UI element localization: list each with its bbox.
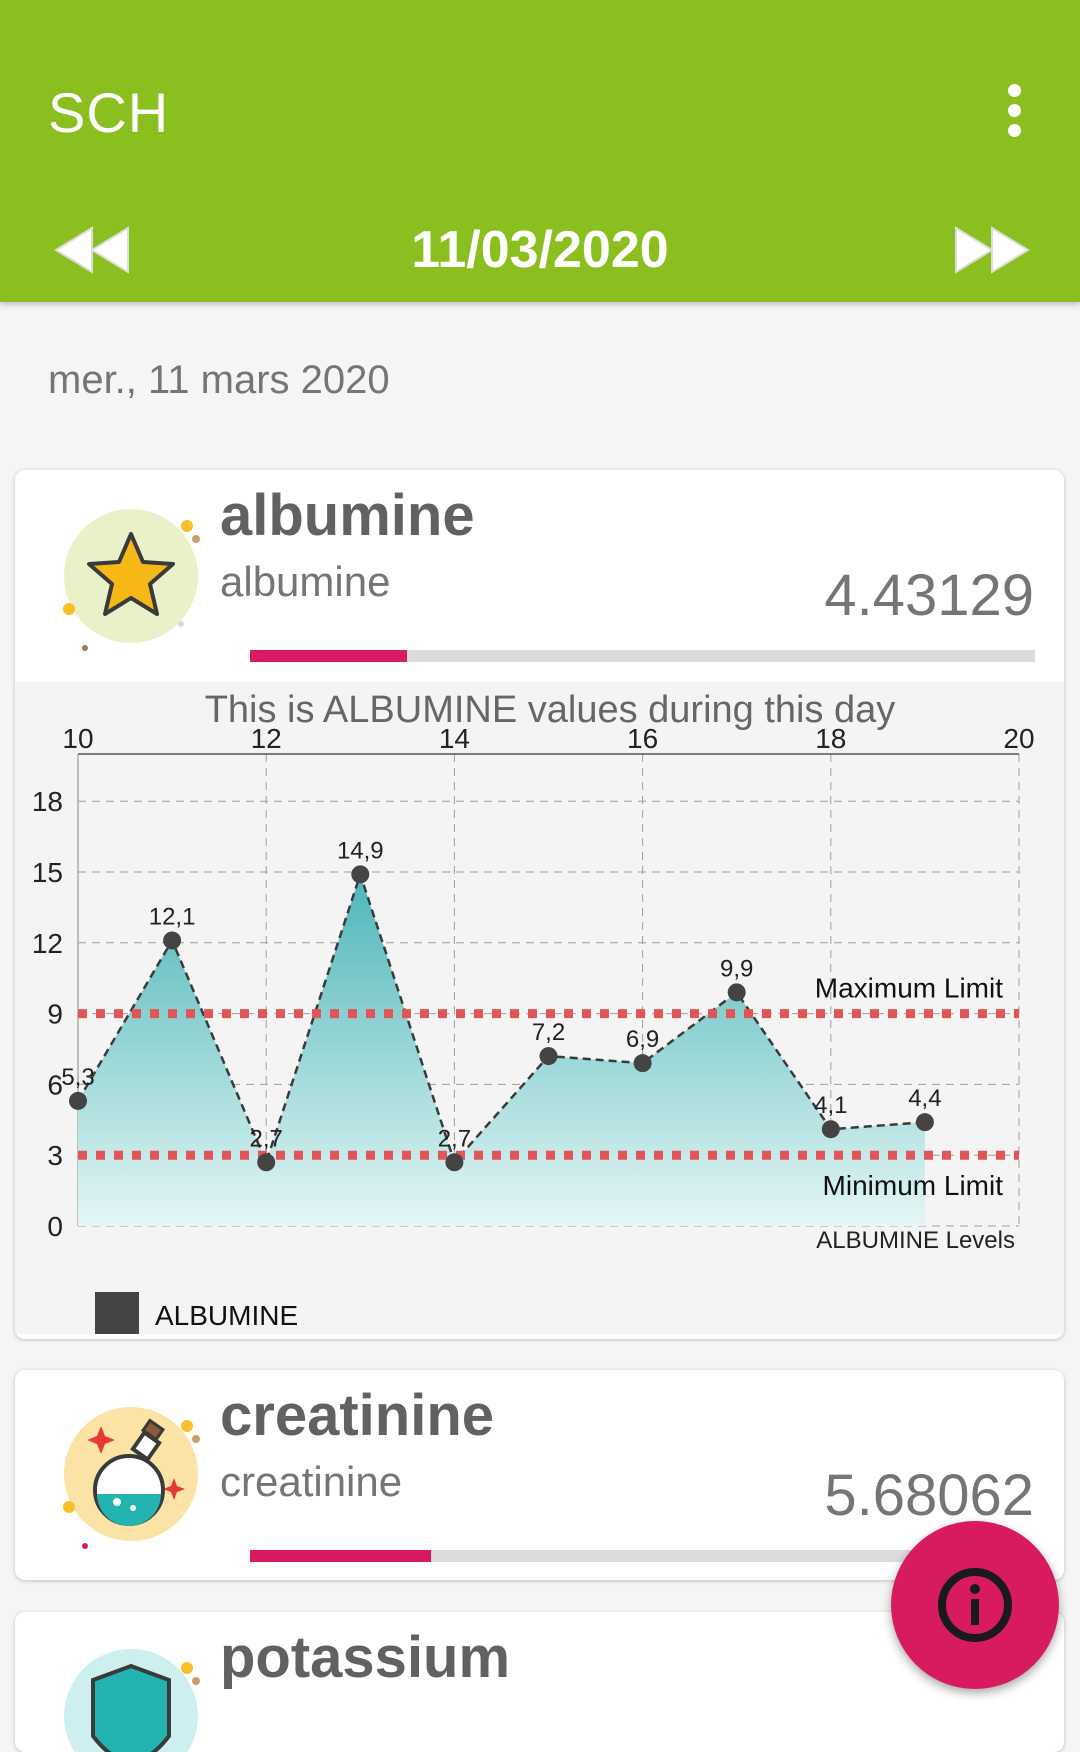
data-label: 2,7: [250, 1125, 283, 1152]
data-label: 5,3: [61, 1064, 94, 1091]
card-subtitle: creatinine: [220, 1458, 403, 1505]
limit-label: Maximum Limit: [815, 973, 1003, 1004]
data-point: [445, 1153, 464, 1172]
data-label: 4,4: [908, 1085, 941, 1112]
x-tick-label: 20: [1003, 723, 1034, 754]
progress-bar: [250, 650, 1035, 662]
data-label: 12,1: [149, 903, 196, 930]
legend-swatch: [95, 1292, 139, 1334]
chart-description: ALBUMINE Levels: [816, 1227, 1015, 1254]
progress-fill: [250, 1550, 431, 1562]
data-point: [69, 1091, 87, 1110]
data-label: 6,9: [626, 1026, 659, 1053]
progress-fill: [250, 650, 407, 662]
limit-label: Minimum Limit: [823, 1170, 1004, 1201]
card-value: 5.68062: [824, 1463, 1034, 1528]
star-icon: [63, 509, 200, 651]
card-title: albumine: [220, 483, 475, 548]
y-tick-label: 12: [32, 928, 63, 959]
data-point: [915, 1113, 934, 1132]
legend-label: ALBUMINE: [155, 1300, 298, 1331]
chart-title: This is ALBUMINE values during this day: [205, 689, 896, 731]
data-label: 4,1: [814, 1092, 847, 1119]
data-point: [163, 931, 182, 950]
data-point: [539, 1047, 558, 1066]
y-tick-label: 9: [47, 999, 63, 1030]
data-point: [351, 865, 370, 884]
data-point: [821, 1120, 840, 1139]
shield-icon: [64, 1649, 200, 1752]
app-title: SCH: [48, 81, 170, 144]
current-date[interactable]: 11/03/2020: [0, 220, 1080, 280]
x-tick-label: 12: [251, 723, 282, 754]
fast-forward-icon[interactable]: [952, 222, 1032, 278]
measure-card-albumine[interactable]: albumine albumine 4.43129 This is ALBUMI…: [15, 470, 1064, 1339]
series-area: [78, 874, 925, 1226]
x-tick-label: 18: [815, 723, 846, 754]
data-point: [633, 1054, 652, 1073]
data-label: 2,7: [438, 1125, 471, 1152]
card-value: 4.43129: [824, 563, 1034, 628]
data-label: 7,2: [532, 1019, 565, 1046]
info-icon: [938, 1568, 1012, 1642]
y-tick-label: 0: [47, 1211, 63, 1242]
y-tick-label: 15: [32, 857, 63, 888]
x-tick-label: 10: [62, 723, 93, 754]
app-bar: SCH 11/03/2020: [0, 0, 1080, 302]
data-label: 9,9: [720, 955, 753, 982]
data-point: [727, 983, 746, 1002]
card-title: creatinine: [220, 1383, 494, 1448]
date-long-label: mer., 11 mars 2020: [48, 358, 390, 402]
x-tick-label: 14: [439, 723, 470, 754]
data-label: 14,9: [337, 837, 384, 864]
albumine-chart: This is ALBUMINE values during this day 1…: [15, 682, 1064, 1334]
info-fab-button[interactable]: [891, 1521, 1059, 1689]
card-title: potassium: [220, 1625, 511, 1690]
y-tick-label: 3: [47, 1140, 63, 1171]
y-tick-label: 18: [32, 786, 63, 817]
potion-icon: [63, 1407, 200, 1549]
chart-svg: This is ALBUMINE values during this day1…: [32, 689, 1035, 1334]
x-tick-label: 16: [627, 723, 658, 754]
card-subtitle: albumine: [220, 558, 391, 605]
more-vert-icon[interactable]: [998, 84, 1030, 144]
data-point: [257, 1153, 276, 1172]
